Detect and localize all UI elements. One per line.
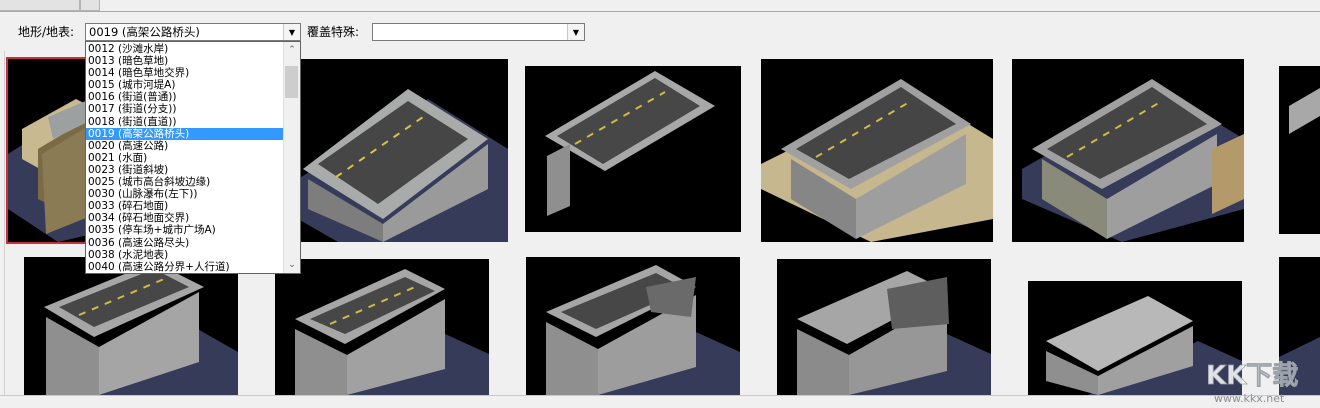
terrain-list-item[interactable]: 0021 (水面) <box>86 152 284 164</box>
terrain-list-items: 0012 (沙滩水岸) 0013 (暗色草地) 0014 (暗色草地交界) 0015 … <box>86 43 284 273</box>
terrain-list-item[interactable]: 0014 (暗色草地交界) <box>86 67 284 79</box>
scroll-up-icon[interactable]: ⌃ <box>284 42 300 58</box>
tile-thumbnail[interactable] <box>526 257 740 395</box>
dropdown-arrow-icon[interactable]: ▼ <box>567 24 584 40</box>
terrain-dropdown[interactable]: 0019 (高架公路桥头) ▼ <box>85 23 301 41</box>
tile-thumbnail[interactable] <box>1012 59 1244 242</box>
tile-thumbnail[interactable] <box>525 66 741 232</box>
tile-image <box>44 262 238 395</box>
terrain-list-item[interactable]: 0012 (沙滩水岸) <box>86 43 284 55</box>
tile-thumbnail[interactable] <box>1279 66 1320 234</box>
tile-thumbnail[interactable] <box>761 59 993 242</box>
tile-image <box>546 265 740 395</box>
terrain-list-item[interactable]: 0030 (山脉瀑布(左下)) <box>86 188 284 200</box>
tile-image <box>1022 79 1244 242</box>
tile-thumbnail[interactable] <box>275 259 489 395</box>
terrain-list-item[interactable]: 0034 (碎石地面交界) <box>86 212 284 224</box>
terrain-label: 地形/地表: <box>18 25 75 39</box>
tile-image <box>797 271 991 395</box>
list-scrollbar[interactable]: ⌃ ⌄ <box>283 42 300 273</box>
tile-thumbnail[interactable] <box>777 259 991 395</box>
terrain-list-item[interactable]: 0035 (停车场+城市广场A) <box>86 224 284 236</box>
terrain-list-item[interactable]: 0018 (街道(直道)) <box>86 116 284 128</box>
overlay-label: 覆盖特殊: <box>307 25 360 39</box>
tile-image <box>1289 88 1320 134</box>
terrain-list-item[interactable]: 0015 (城市河堤A) <box>86 79 284 91</box>
tile-image <box>298 89 508 242</box>
terrain-list-item[interactable]: 0036 (高速公路尽头) <box>86 237 284 249</box>
top-tab-strip <box>0 0 1320 12</box>
tile-image <box>545 71 715 216</box>
svg-text:www.kkx.net: www.kkx.net <box>1214 392 1285 405</box>
terrain-list-item[interactable]: 0013 (暗色草地) <box>86 55 284 67</box>
tile-thumbnail[interactable] <box>298 59 508 242</box>
terrain-list-item[interactable]: 0017 (街道(分支)) <box>86 103 284 115</box>
scroll-down-icon[interactable]: ⌄ <box>284 257 300 273</box>
dropdown-arrow-icon[interactable]: ▼ <box>283 24 300 40</box>
terrain-list-item[interactable]: 0033 (碎石地面) <box>86 200 284 212</box>
terrain-dropdown-list[interactable]: 0012 (沙滩水岸) 0013 (暗色草地) 0014 (暗色草地交界) 0015 … <box>85 41 301 274</box>
tile-thumbnail[interactable] <box>24 257 238 395</box>
terrain-list-item[interactable]: 0023 (街道斜坡) <box>86 164 284 176</box>
terrain-list-item[interactable]: 0025 (城市高台斜坡边缘) <box>86 176 284 188</box>
tile-image <box>761 79 993 242</box>
svg-text:KK下载: KK下载 <box>1206 361 1298 391</box>
terrain-list-item[interactable]: 0016 (街道(普通)) <box>86 91 284 103</box>
status-bar <box>0 395 1320 406</box>
tile-image <box>295 269 489 395</box>
tab-stub[interactable] <box>0 0 80 11</box>
terrain-dropdown-value: 0019 (高架公路桥头) <box>89 25 200 39</box>
terrain-list-item[interactable]: 0038 (水泥地表) <box>86 249 284 261</box>
overlay-dropdown[interactable]: ▼ <box>372 23 585 41</box>
terrain-list-item[interactable]: 0019 (高架公路桥头) <box>86 127 284 140</box>
tab-stub[interactable] <box>80 0 100 11</box>
watermark-logo: KK下载 www.kkx.net <box>1200 350 1320 405</box>
terrain-list-item[interactable]: 0020 (高速公路) <box>86 140 284 152</box>
scrollbar-thumb[interactable] <box>285 66 298 98</box>
terrain-list-item[interactable]: 0040 (高速公路分界+人行道) <box>86 261 284 273</box>
